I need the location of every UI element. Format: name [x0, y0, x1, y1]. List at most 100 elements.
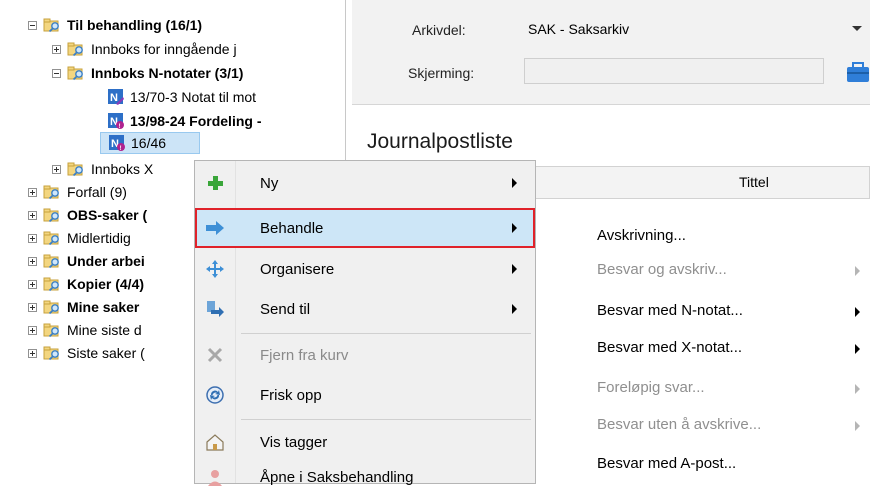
refresh-icon	[206, 386, 224, 404]
expand-icon[interactable]	[28, 210, 37, 220]
skjerming-field[interactable]	[524, 58, 824, 84]
collapse-icon[interactable]	[52, 68, 61, 78]
submenu-arrow-icon	[512, 264, 517, 274]
menu-item-behandle[interactable]: Behandle	[195, 208, 535, 248]
search-folder-icon	[43, 185, 59, 200]
context-menu: Ny Behandle Organisere Send til Fjern fr…	[194, 160, 536, 486]
person-icon	[208, 470, 222, 486]
tree-item-label: Siste saker (	[67, 345, 145, 361]
tree-item-fordeling-13-98-24[interactable]: N! 13/98-24 Fordeling -	[108, 110, 261, 132]
search-folder-icon	[43, 208, 59, 223]
tree-item-label: Mine saker	[67, 299, 140, 315]
plus-icon	[208, 176, 223, 190]
submenu-arrow-icon	[855, 266, 860, 276]
search-folder-icon	[43, 300, 59, 315]
expand-icon[interactable]	[52, 44, 61, 54]
tree-item-obs-saker[interactable]: OBS-saker (	[28, 204, 147, 226]
submenu-arrow-icon	[512, 178, 517, 188]
briefcase-icon[interactable]	[844, 60, 870, 84]
note-unread-icon: N!	[109, 135, 125, 151]
tree-item-notat-13-70-3[interactable]: N 13/70-3 Notat til mot	[108, 86, 256, 108]
tree-item-til-behandling[interactable]: Til behandling (16/1)	[28, 14, 202, 36]
search-folder-icon	[67, 66, 83, 81]
expand-icon[interactable]	[52, 164, 61, 174]
expand-icon[interactable]	[28, 348, 37, 358]
submenu-item-besvar-og-avskriv[interactable]: Besvar og avskriv...	[573, 251, 870, 291]
submenu-item-besvar-uten-a-avskrive[interactable]: Besvar uten å avskrive...	[573, 406, 870, 446]
tree-item-midlertidig[interactable]: Midlertidig	[28, 227, 131, 249]
tree-item-label: 13/70-3 Notat til mot	[130, 89, 257, 105]
search-folder-icon	[43, 323, 59, 338]
menu-item-label: Fjern fra kurv	[260, 346, 349, 364]
menu-item-organisere[interactable]: Organisere	[195, 249, 535, 289]
submenu-item-besvar-med-n-notat[interactable]: Besvar med N-notat...	[573, 292, 870, 332]
tree-item-forfall[interactable]: Forfall (9)	[28, 181, 127, 203]
search-folder-icon	[43, 231, 59, 246]
expand-icon[interactable]	[28, 233, 37, 243]
remove-icon	[207, 347, 223, 363]
note-edit-icon: N	[108, 89, 124, 105]
menu-item-ny[interactable]: Ny	[195, 163, 535, 203]
tree-item-selected-16-46[interactable]: N! 16/46	[100, 132, 200, 154]
chevron-down-icon[interactable]	[852, 26, 862, 31]
submenu-item-label: Besvar og avskriv...	[597, 261, 727, 278]
submenu-arrow-icon	[512, 223, 517, 233]
svg-text:!: !	[119, 124, 121, 129]
menu-item-frisk-opp[interactable]: Frisk opp	[195, 375, 535, 415]
menu-item-label: Frisk opp	[260, 386, 322, 404]
tree-item-innboks-inngaende[interactable]: Innboks for inngående j	[52, 38, 237, 60]
tree-item-label: Kopier (4/4)	[67, 276, 145, 292]
tree-item-label: Midlertidig	[67, 230, 131, 246]
submenu-item-label: Besvar med N-notat...	[597, 302, 743, 319]
menu-item-vis-tagger[interactable]: Vis tagger	[195, 422, 535, 462]
menu-item-label: Behandle	[260, 219, 324, 237]
menu-item-fjern-fra-kurv[interactable]: Fjern fra kurv	[195, 335, 535, 375]
collapse-icon[interactable]	[28, 20, 37, 30]
expand-icon[interactable]	[28, 325, 37, 335]
submenu-item-besvar-med-a-post[interactable]: Besvar med A-post...	[573, 445, 870, 485]
submenu-arrow-icon	[855, 421, 860, 431]
submenu-item-label: Avskrivning...	[597, 227, 686, 244]
expand-icon[interactable]	[28, 302, 37, 312]
submenu-arrow-icon	[855, 344, 860, 354]
submenu-item-label: Besvar med X-notat...	[597, 339, 743, 356]
submenu-arrow-icon	[512, 304, 517, 314]
submenu-item-label: Foreløpig svar...	[597, 379, 705, 396]
arkivdel-select[interactable]: SAK - Saksarkiv	[522, 17, 870, 43]
submenu-item-label: Besvar med A-post...	[597, 455, 737, 472]
search-folder-icon	[43, 346, 59, 361]
submenu-item-besvar-med-x-notat[interactable]: Besvar med X-notat...	[573, 329, 870, 369]
journalpostliste-heading: Journalpostliste	[367, 130, 513, 153]
expand-icon[interactable]	[28, 187, 37, 197]
submenu-item-forelopig-svar[interactable]: Foreløpig svar...	[573, 369, 870, 409]
tree-item-mine-saker[interactable]: Mine saker	[28, 296, 139, 318]
search-folder-icon	[67, 42, 83, 57]
tree-item-label: OBS-saker (	[67, 207, 148, 223]
move-icon	[206, 260, 224, 278]
tree-item-siste-saker[interactable]: Siste saker (	[28, 342, 145, 364]
tree-item-under-arbeid[interactable]: Under arbei	[28, 250, 145, 272]
expand-icon[interactable]	[28, 256, 37, 266]
search-folder-icon	[67, 162, 83, 177]
tag-house-icon	[206, 434, 224, 451]
menu-item-label: Åpne i Saksbehandling	[260, 468, 414, 486]
column-tittel[interactable]: Tittel	[739, 174, 769, 190]
tree-item-mine-siste[interactable]: Mine siste d	[28, 319, 142, 341]
menu-item-apne-i-saksbehandling[interactable]: Åpne i Saksbehandling	[195, 457, 535, 497]
expand-icon[interactable]	[28, 279, 37, 289]
tree-item-label: Til behandling (16/1)	[67, 17, 203, 33]
tree-item-label: Forfall (9)	[67, 184, 127, 200]
tree-item-kopier[interactable]: Kopier (4/4)	[28, 273, 144, 295]
tree-item-label: Innboks for inngående j	[91, 41, 237, 57]
search-folder-icon	[43, 254, 59, 269]
grid-column-header[interactable]: Tittel	[520, 166, 870, 199]
tree-item-innboks-n-notater[interactable]: Innboks N-notater (3/1)	[52, 62, 243, 84]
skjerming-label: Skjerming:	[408, 65, 475, 81]
menu-item-send-til[interactable]: Send til	[195, 289, 535, 329]
behandle-submenu: Avskrivning... Besvar og avskriv... Besv…	[573, 205, 870, 484]
tree-item-innboks-x[interactable]: Innboks X	[52, 158, 153, 180]
filter-panel: Arkivdel: SAK - Saksarkiv Skjerming:	[352, 0, 870, 105]
send-icon	[207, 301, 224, 317]
submenu-item-label: Besvar uten å avskrive...	[597, 416, 762, 433]
menu-item-label: Organisere	[260, 260, 335, 278]
